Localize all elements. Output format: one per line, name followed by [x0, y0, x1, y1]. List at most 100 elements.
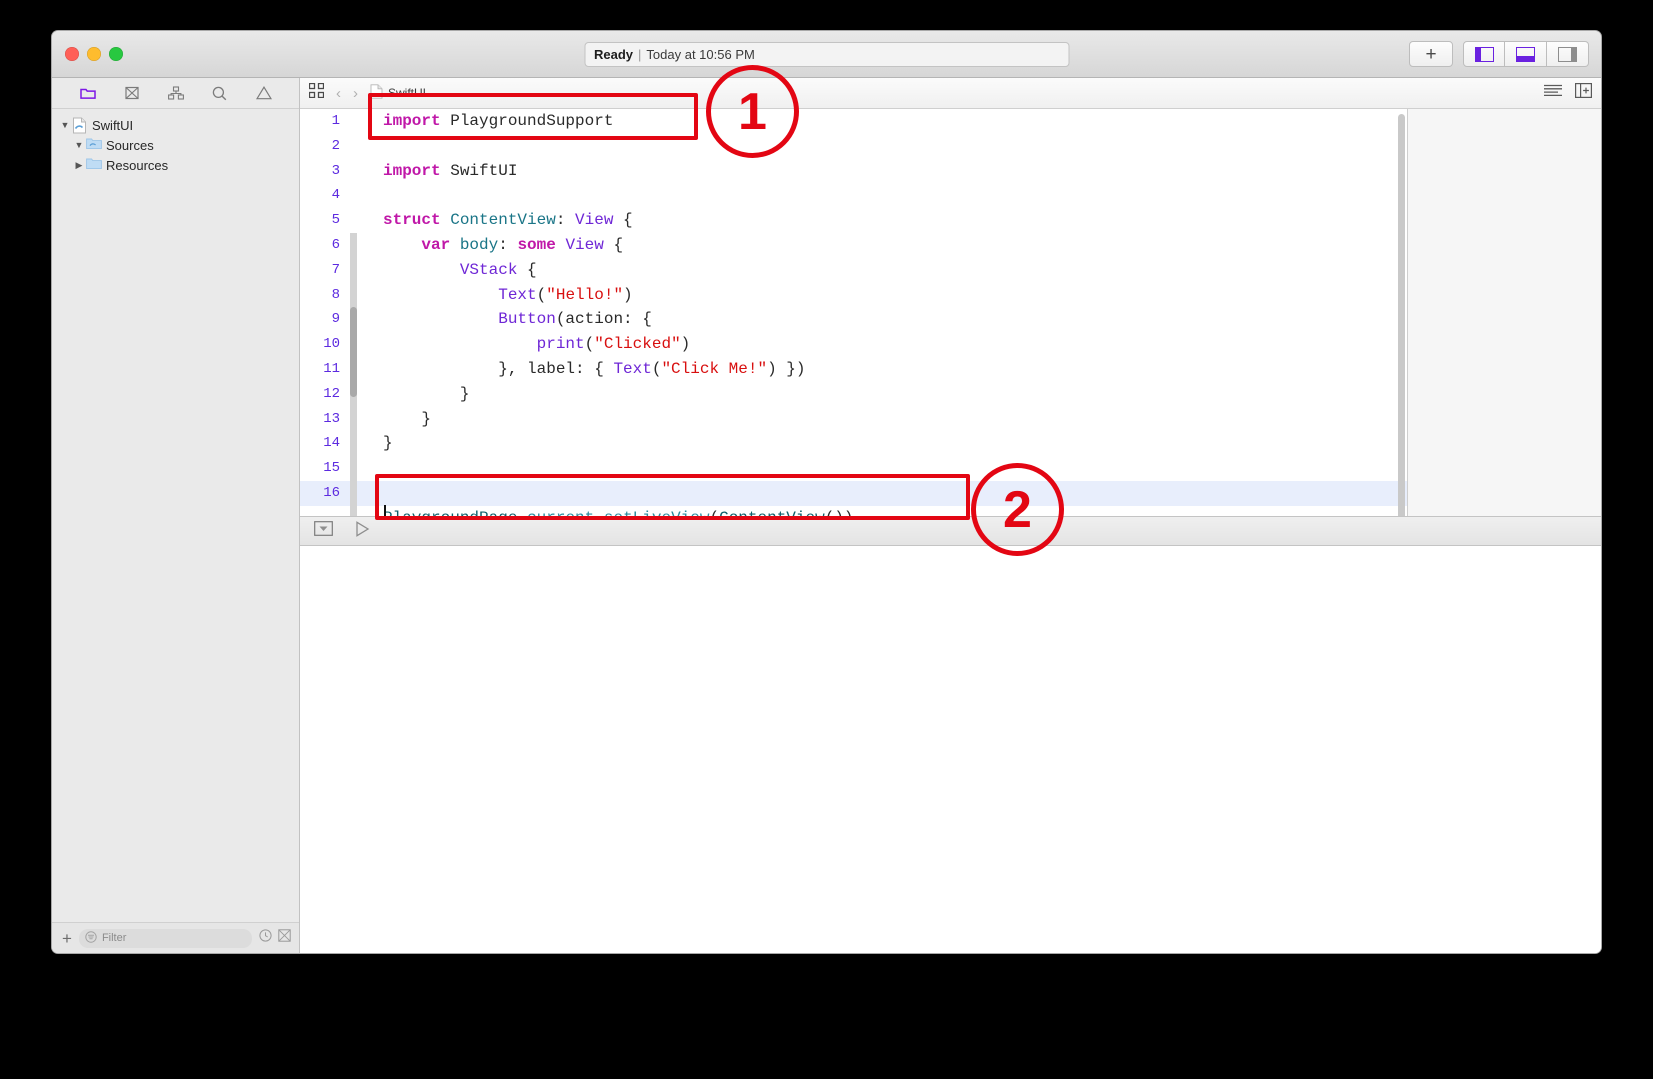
- minimize-button[interactable]: [87, 47, 101, 61]
- related-items-icon[interactable]: [308, 82, 325, 103]
- symbol-hierarchy-icon[interactable]: [167, 85, 184, 101]
- code-token: }: [383, 434, 393, 453]
- editor-vertical-scrollbar[interactable]: [1398, 114, 1405, 516]
- tree-row-sources[interactable]: ▼ Sources: [52, 135, 299, 155]
- code-token: (: [651, 359, 662, 378]
- window-body: ▼ SwiftUI ▼ Sources ▶ Resources + Filter…: [52, 78, 1601, 953]
- code-token: {: [603, 235, 624, 254]
- code-token: "Hello!": [546, 285, 624, 304]
- status-separator: |: [638, 47, 642, 62]
- filter-bar: + Filter: [52, 922, 299, 953]
- folder-blue-icon: [86, 157, 102, 174]
- code-line[interactable]: [357, 480, 1407, 506]
- navigator-panel-toggle[interactable]: [1463, 41, 1505, 67]
- source-control-filter-icon[interactable]: [278, 929, 291, 947]
- step-over-icon[interactable]: [355, 520, 370, 542]
- forward-button[interactable]: ›: [353, 86, 358, 101]
- code-token: "Clicked": [594, 335, 681, 354]
- traffic-lights: [65, 47, 123, 61]
- code-line[interactable]: }: [357, 407, 1407, 432]
- code-line[interactable]: PlaygroundPage.current.setLiveView(Conte…: [357, 506, 1407, 516]
- jumpbar-file-label: SwiftUI: [388, 86, 427, 100]
- console-toggle-icon[interactable]: [314, 521, 333, 541]
- code-token: ): [623, 285, 633, 304]
- code-line[interactable]: VStack {: [357, 258, 1407, 283]
- close-button[interactable]: [65, 47, 79, 61]
- line-number: 13: [323, 410, 340, 427]
- code-line[interactable]: print("Clicked"): [357, 332, 1407, 357]
- disclosure-triangle-collapsed[interactable]: ▶: [72, 160, 86, 171]
- code-line[interactable]: [357, 134, 1407, 159]
- tree-label: Sources: [106, 137, 154, 153]
- console-output-area[interactable]: [300, 546, 1601, 953]
- code-token: View: [565, 235, 604, 254]
- code-token: :: [498, 235, 518, 254]
- add-editor-icon[interactable]: [1575, 83, 1593, 103]
- add-button[interactable]: +: [1409, 41, 1453, 67]
- inspector-panel-toggle[interactable]: [1547, 41, 1589, 67]
- code-token: (: [709, 509, 719, 516]
- disclosure-triangle-expanded[interactable]: ▼: [72, 140, 86, 150]
- code-token: "Click Me!": [661, 359, 768, 378]
- code-line[interactable]: Button(action: {: [357, 307, 1407, 332]
- code-token: body: [459, 235, 499, 254]
- code-line[interactable]: Text("Hello!"): [357, 283, 1407, 308]
- titlebar-right-controls: +: [1409, 41, 1589, 67]
- code-token: :: [555, 211, 576, 230]
- code-line[interactable]: import SwiftUI: [357, 159, 1407, 184]
- line-number: 1: [331, 113, 340, 129]
- code-token: .: [594, 509, 604, 516]
- code-token: ContentView: [450, 211, 556, 230]
- code-token: ()): [825, 509, 854, 516]
- back-button[interactable]: ‹: [336, 86, 341, 101]
- jumpbar-file[interactable]: SwiftUI: [370, 84, 426, 102]
- code-token: View: [575, 211, 614, 230]
- line-number: 5: [331, 212, 340, 229]
- code-token: struct: [383, 211, 441, 230]
- filter-icon: [85, 930, 97, 946]
- search-icon[interactable]: [211, 85, 228, 101]
- code-line[interactable]: [357, 183, 1407, 208]
- line-number: 4: [331, 187, 340, 204]
- tree-row-resources[interactable]: ▶ Resources: [52, 155, 299, 175]
- code-token: }, label: {: [383, 359, 614, 378]
- line-number: 8: [331, 286, 340, 303]
- code-line[interactable]: struct ContentView: View {: [357, 208, 1407, 233]
- titlebar: Ready | Today at 10:56 PM +: [52, 31, 1601, 78]
- folder-icon[interactable]: [79, 85, 96, 101]
- code-line[interactable]: import PlaygroundSupport: [357, 109, 1407, 134]
- status-state: Ready: [594, 47, 634, 62]
- code-token: (: [584, 335, 595, 354]
- code-token: PlaygroundPage: [383, 509, 517, 516]
- code-token: SwiftUI: [440, 161, 518, 180]
- code-line[interactable]: }: [357, 431, 1407, 456]
- line-number: 10: [323, 336, 340, 353]
- code-line[interactable]: }: [357, 382, 1407, 407]
- code-line[interactable]: }, label: { Text("Click Me!") }): [357, 357, 1407, 382]
- warning-icon[interactable]: [255, 85, 272, 101]
- code-token: print: [536, 335, 585, 354]
- add-file-button[interactable]: +: [62, 930, 72, 947]
- disclosure-triangle-expanded[interactable]: ▼: [58, 120, 72, 130]
- tree-row-swiftui[interactable]: ▼ SwiftUI: [52, 115, 299, 135]
- recent-clock-icon[interactable]: [259, 929, 272, 947]
- code-text[interactable]: import PlaygroundSupport import SwiftUI st…: [357, 109, 1407, 516]
- debug-panel-toggle[interactable]: [1505, 41, 1547, 67]
- code-line[interactable]: var body: some View {: [357, 233, 1407, 258]
- filter-input-wrapper[interactable]: Filter: [78, 928, 252, 948]
- tree-label: SwiftUI: [92, 117, 134, 133]
- debug-toolbar: [300, 516, 1601, 546]
- bottom-panel-icon: [1516, 46, 1535, 62]
- code-pane[interactable]: 1234567891011121314151618 import Playgro…: [300, 109, 1407, 516]
- source-control-icon[interactable]: [123, 85, 140, 101]
- code-token: {: [613, 211, 633, 230]
- editor-area[interactable]: 1234567891011121314151618 import Playgro…: [300, 109, 1601, 516]
- zoom-button[interactable]: [109, 47, 123, 61]
- right-panel-icon: [1558, 46, 1577, 62]
- code-line[interactable]: [357, 456, 1407, 481]
- code-token: ContentView: [719, 509, 825, 516]
- minimap-icon[interactable]: [1544, 84, 1562, 103]
